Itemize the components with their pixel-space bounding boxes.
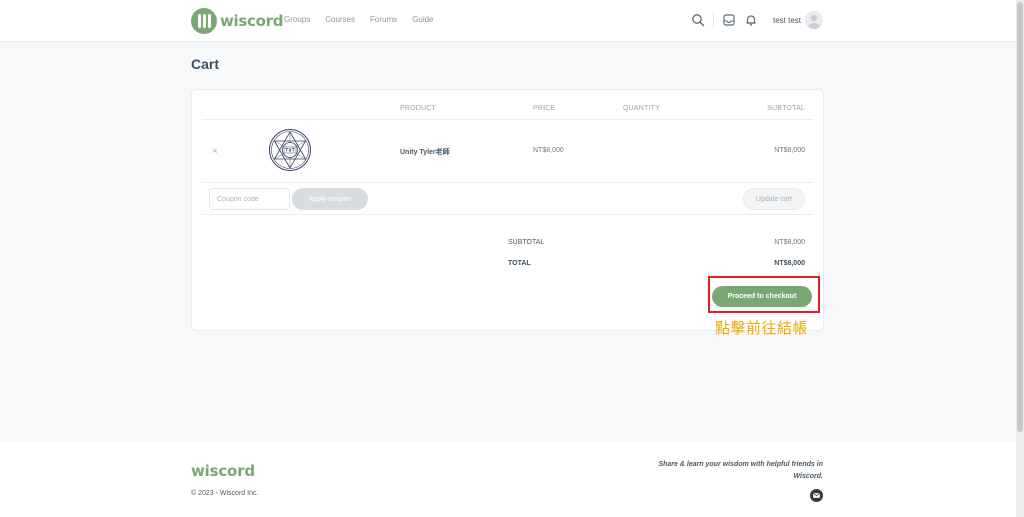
divider: [202, 214, 813, 215]
subtotal-label: SUBTOTAL: [508, 239, 545, 246]
user-name[interactable]: test test: [773, 16, 801, 25]
bell-icon[interactable]: [744, 13, 758, 27]
nav-forums[interactable]: Forums: [370, 15, 397, 24]
update-cart-button[interactable]: Update cart: [743, 188, 805, 210]
remove-item-icon[interactable]: ×: [212, 146, 218, 157]
product-thumbnail[interactable]: [268, 128, 312, 172]
product-price: NT$8,000: [533, 147, 564, 154]
divider: [202, 182, 813, 183]
product-subtotal: NT$8,000: [774, 147, 805, 154]
site-header: wiscord Groups Courses Forums Guide test…: [0, 0, 1016, 42]
divider: [202, 119, 813, 120]
site-footer: wiscord © 2023 - Wiscord Inc. Share & le…: [0, 441, 1016, 517]
search-icon[interactable]: [691, 13, 705, 27]
annotation-label: 點擊前往結帳: [715, 319, 809, 337]
footer-logo[interactable]: wiscord: [191, 462, 255, 480]
col-product: PRODUCT: [400, 105, 437, 112]
copyright-text: © 2023 - Wiscord Inc.: [191, 490, 259, 497]
scrollbar-thumb[interactable]: [1017, 2, 1023, 432]
footer-tagline: Share & learn your wisdom with helpful f…: [658, 461, 823, 480]
total-label: TOTAL: [508, 260, 531, 267]
proceed-to-checkout-button[interactable]: Proceed to checkout: [712, 286, 812, 307]
logo-mark-icon: [191, 8, 217, 34]
site-logo[interactable]: wiscord: [191, 8, 283, 34]
avatar[interactable]: [805, 11, 823, 29]
apply-coupon-button[interactable]: Apply coupon: [292, 188, 368, 210]
col-price: PRICE: [533, 105, 556, 112]
col-subtotal: SUBTOTAL: [767, 105, 805, 112]
user-avatar-icon: [807, 14, 821, 29]
nav-courses[interactable]: Courses: [325, 15, 355, 24]
nav-guide[interactable]: Guide: [412, 15, 433, 24]
col-quantity: QUANTITY: [623, 105, 660, 112]
header-divider: [713, 12, 714, 28]
mail-icon[interactable]: [810, 489, 823, 502]
main-nav: Groups Courses Forums Guide: [284, 15, 434, 24]
subtotal-value: NT$8,000: [774, 239, 805, 246]
coupon-input[interactable]: [209, 188, 290, 210]
page-scrollbar[interactable]: [1016, 0, 1024, 517]
total-value: NT$8,000: [774, 260, 805, 267]
logo-text: wiscord: [220, 12, 284, 30]
page-title: Cart: [191, 56, 220, 72]
inbox-icon[interactable]: [722, 13, 736, 27]
nav-groups[interactable]: Groups: [284, 15, 310, 24]
product-name[interactable]: Unity Tyler老師: [400, 147, 450, 157]
